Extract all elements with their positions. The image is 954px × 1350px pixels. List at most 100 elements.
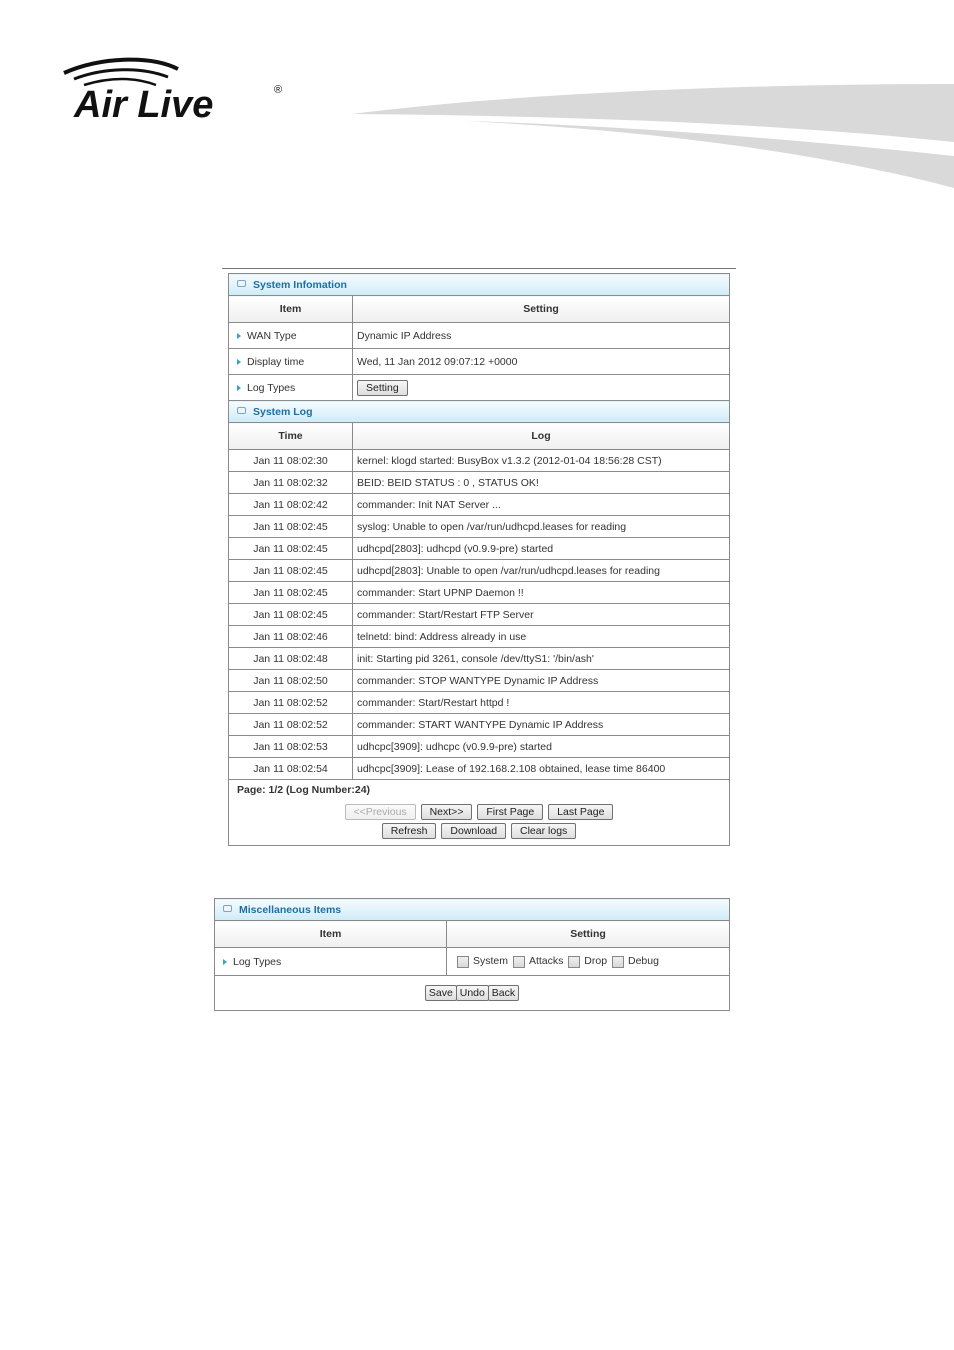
log-time: Jan 11 08:02:50: [228, 669, 353, 692]
column-header-setting: Setting: [352, 295, 730, 323]
log-row: Jan 11 08:02:30 kernel: klogd started: Bu…: [228, 449, 730, 472]
display-time-value: Wed, 11 Jan 2012 09:07:12 +0000: [352, 348, 730, 375]
log-types-row: Log Types Setting: [228, 374, 730, 401]
wan-type-value: Dynamic IP Address: [352, 322, 730, 349]
section-title: System Infomation: [253, 278, 347, 291]
log-message: commander: START WANTYPE Dynamic IP Addr…: [352, 713, 730, 736]
item-label: Display time: [247, 355, 305, 368]
arrow-right-icon: [223, 958, 227, 965]
log-time: Jan 11 08:02:42: [228, 493, 353, 516]
log-time: Jan 11 08:02:45: [228, 603, 353, 626]
section-title: Miscellaneous Items: [239, 903, 342, 916]
column-header-item: Item: [228, 295, 353, 323]
log-row: Jan 11 08:02:52 commander: Start/Restart …: [228, 691, 730, 714]
item-label: Log Types: [247, 381, 296, 394]
log-row: Jan 11 08:02:45 commander: Start/Restart …: [228, 603, 730, 626]
log-message: commander: Start/Restart FTP Server: [352, 603, 730, 626]
system-checkbox[interactable]: [457, 955, 469, 968]
log-message: telnetd: bind: Address already in use: [352, 625, 730, 648]
log-row: Jan 11 08:02:45 udhcpd[2803]: udhcpd (v0.…: [228, 537, 730, 560]
divider-line: [222, 268, 736, 269]
log-message: commander: Init NAT Server ...: [352, 493, 730, 516]
log-time: Jan 11 08:02:46: [228, 625, 353, 648]
system-info-panel: System Infomation Item Setting WAN Type …: [228, 273, 730, 846]
debug-checkbox[interactable]: [611, 955, 624, 968]
log-message: BEID: BEID STATUS : 0 , STATUS OK!: [352, 471, 730, 494]
log-time: Jan 11 08:02:32: [228, 471, 353, 494]
log-time: Jan 11 08:02:45: [228, 581, 353, 604]
misc-items-header: Miscellaneous Items: [214, 898, 730, 921]
arrow-right-icon: [237, 358, 241, 365]
log-time: Jan 11 08:02:54: [228, 757, 353, 780]
log-message: udhcpd[2803]: udhcpd (v0.9.9-pre) starte…: [352, 537, 730, 560]
item-label: Log Types: [233, 955, 282, 968]
log-message: udhcpc[3909]: Lease of 192.168.2.108 obt…: [352, 757, 730, 780]
section-bullet-icon: [223, 905, 232, 913]
log-row: Jan 11 08:02:53 udhcpc[3909]: udhcpc (v0.…: [228, 735, 730, 758]
column-header-row: Item Setting: [228, 295, 730, 323]
attacks-checkbox-label: Attacks: [528, 955, 564, 968]
back-button[interactable]: Back: [487, 985, 520, 1001]
first-page-button[interactable]: First Page: [477, 804, 544, 820]
system-checkbox-label: System: [473, 955, 509, 968]
log-time: Jan 11 08:02:45: [228, 515, 353, 538]
log-table-body: Jan 11 08:02:30 kernel: klogd started: Bu…: [228, 449, 730, 780]
wan-type-row: WAN Type Dynamic IP Address: [228, 322, 730, 349]
arrow-right-icon: [237, 384, 241, 391]
misc-actions: Save Undo Back: [214, 975, 730, 1011]
display-time-row: Display time Wed, 11 Jan 2012 09:07:12 +…: [228, 348, 730, 375]
drop-checkbox[interactable]: [568, 955, 581, 968]
download-button[interactable]: Download: [441, 823, 507, 839]
header-swoosh-graphic: [340, 60, 954, 200]
column-header-item: Item: [214, 920, 447, 948]
debug-checkbox-label: Debug: [627, 955, 659, 968]
log-row: Jan 11 08:02:50 commander: STOP WANTYPE D…: [228, 669, 730, 692]
log-time: Jan 11 08:02:45: [228, 559, 353, 582]
log-types-setting-button[interactable]: Setting: [357, 379, 408, 396]
section-bullet-icon: [237, 407, 246, 415]
system-log-header: System Log: [228, 400, 730, 423]
log-time: Jan 11 08:02:52: [228, 713, 353, 736]
next-page-button[interactable]: Next>>: [420, 804, 473, 820]
log-message: commander: STOP WANTYPE Dynamic IP Addre…: [352, 669, 730, 692]
log-row: Jan 11 08:02:45 syslog: Unable to open /v…: [228, 515, 730, 538]
log-row: Jan 11 08:02:45 commander: Start UPNP Dae…: [228, 581, 730, 604]
brand-name: Air Live: [73, 84, 213, 125]
log-footer: Page: 1/2 (Log Number:24) <<Previous Nex…: [228, 779, 730, 846]
undo-button[interactable]: Undo: [455, 985, 489, 1001]
misc-items-panel: Miscellaneous Items Item Setting Log Typ…: [214, 898, 730, 1011]
drop-checkbox-label: Drop: [584, 955, 608, 968]
registered-mark: ®: [274, 84, 282, 96]
log-time: Jan 11 08:02:53: [228, 735, 353, 758]
log-row: Jan 11 08:02:48 init: Starting pid 3261, …: [228, 647, 730, 670]
last-page-button[interactable]: Last Page: [548, 804, 614, 820]
log-type-options: System Attacks Drop Debug: [446, 947, 730, 976]
misc-column-header-row: Item Setting: [214, 920, 730, 948]
previous-page-button[interactable]: <<Previous: [344, 804, 416, 820]
log-time: Jan 11 08:02:45: [228, 537, 353, 560]
misc-log-types-row: Log Types System Attacks Drop Debug: [214, 947, 730, 976]
log-column-header-row: Time Log: [228, 422, 730, 450]
log-message: kernel: klogd started: BusyBox v1.3.2 (2…: [352, 449, 730, 472]
log-message: init: Starting pid 3261, console /dev/tt…: [352, 647, 730, 670]
clear-logs-button[interactable]: Clear logs: [511, 823, 577, 839]
arrow-right-icon: [237, 332, 241, 339]
section-title: System Log: [253, 405, 313, 418]
log-message: udhcpd[2803]: Unable to open /var/run/ud…: [352, 559, 730, 582]
log-message: syslog: Unable to open /var/run/udhcpd.l…: [352, 515, 730, 538]
log-row: Jan 11 08:02:45 udhcpd[2803]: Unable to o…: [228, 559, 730, 582]
airlive-logo: Air Live ®: [60, 55, 290, 126]
log-message: udhcpc[3909]: udhcpc (v0.9.9-pre) starte…: [352, 735, 730, 758]
item-label: WAN Type: [247, 329, 297, 342]
attacks-checkbox[interactable]: [512, 955, 525, 968]
column-header-time: Time: [228, 422, 353, 450]
save-button[interactable]: Save: [424, 985, 457, 1001]
refresh-button[interactable]: Refresh: [381, 823, 437, 839]
log-row: Jan 11 08:02:52 commander: START WANTYPE …: [228, 713, 730, 736]
log-message: commander: Start UPNP Daemon !!: [352, 581, 730, 604]
column-header-setting: Setting: [446, 920, 730, 948]
log-row: Jan 11 08:02:54 udhcpc[3909]: Lease of 19…: [228, 757, 730, 780]
log-row: Jan 11 08:02:46 telnetd: bind: Address al…: [228, 625, 730, 648]
column-header-log: Log: [352, 422, 730, 450]
log-time: Jan 11 08:02:48: [228, 647, 353, 670]
